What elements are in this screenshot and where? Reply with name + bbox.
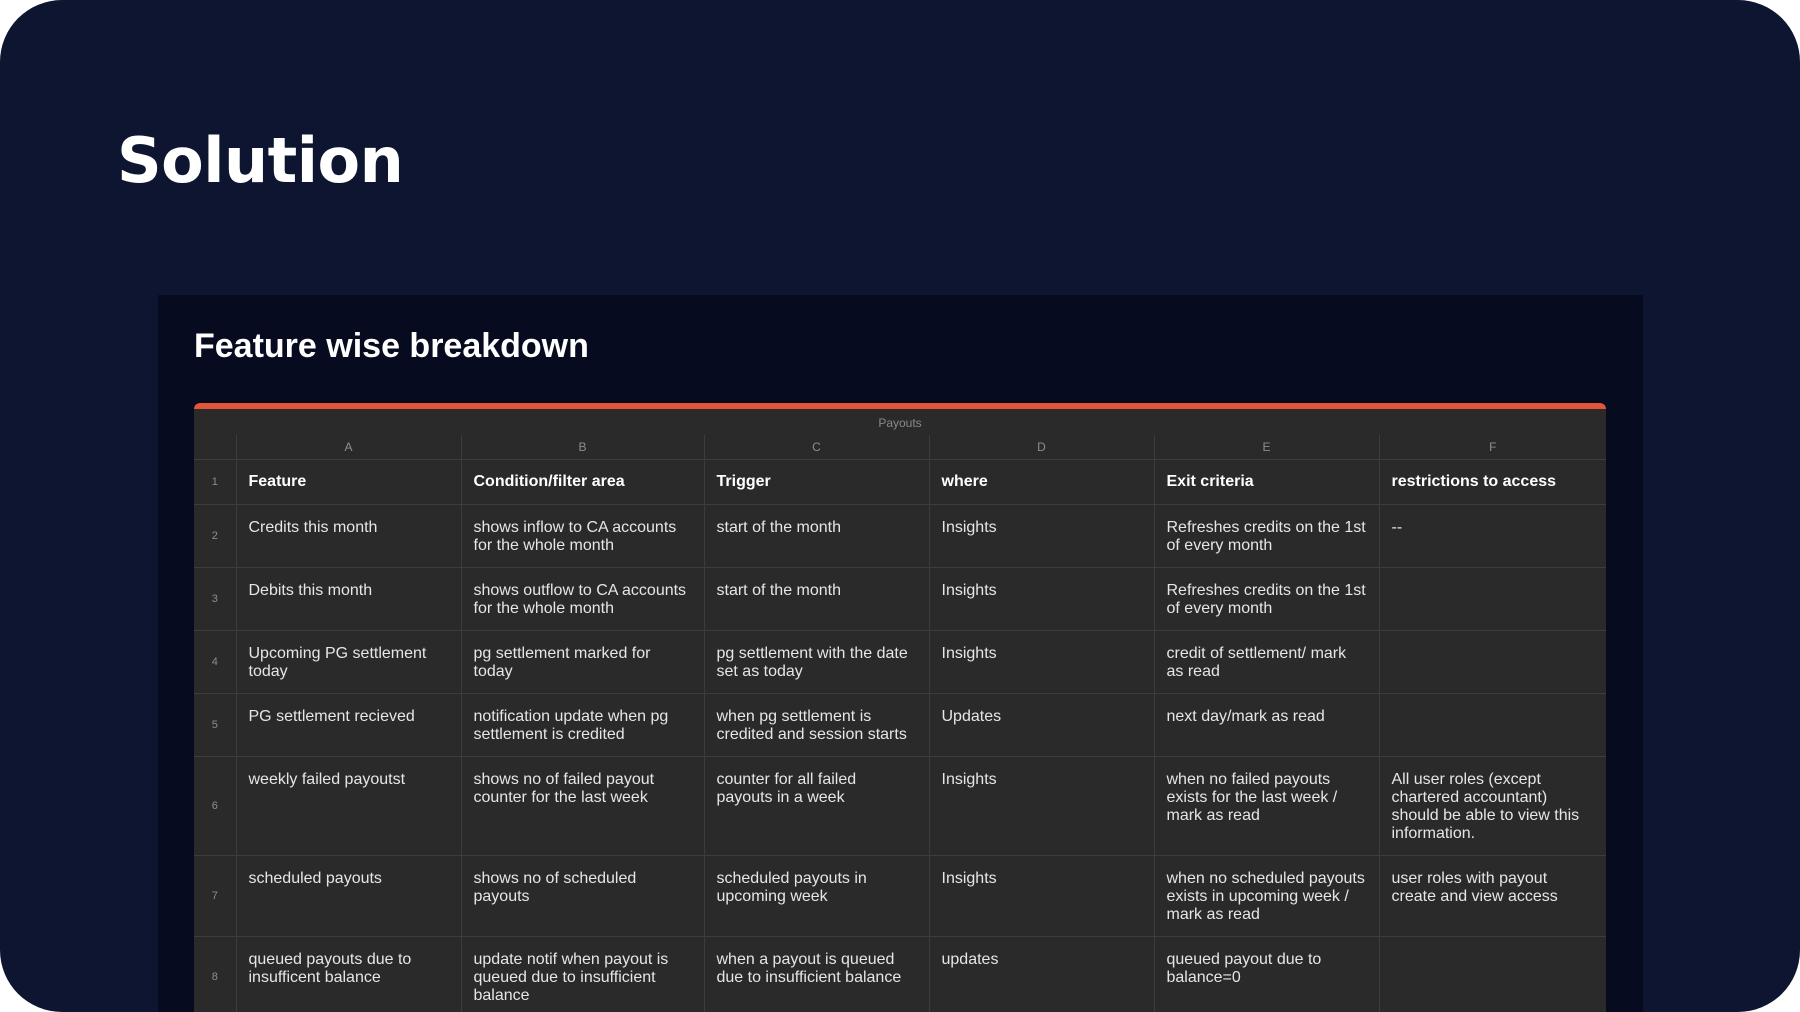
table-cell[interactable]: queued payout due to balance=0 <box>1154 936 1380 1012</box>
column-header-a[interactable]: A <box>236 435 462 460</box>
spreadsheet: Payouts A B C D E F 1 Feature Condition/… <box>194 403 1606 1012</box>
row-number[interactable]: 7 <box>194 855 237 937</box>
table-cell[interactable]: All user roles (except chartered account… <box>1379 756 1606 856</box>
column-letter-row: A B C D E F <box>194 435 1606 460</box>
table-cell[interactable] <box>1379 693 1606 757</box>
table-cell[interactable]: -- <box>1379 504 1606 568</box>
header-cell[interactable]: where <box>929 459 1155 505</box>
header-cell[interactable]: Exit criteria <box>1154 459 1380 505</box>
table-cell[interactable]: counter for all failed payouts in a week <box>704 756 930 856</box>
table-cell[interactable]: when no scheduled payouts exists in upco… <box>1154 855 1380 937</box>
table-row: 5 PG settlement recieved notification up… <box>194 693 1606 757</box>
table-cell[interactable]: notification update when pg settlement i… <box>461 693 705 757</box>
row-number[interactable]: 1 <box>194 459 237 505</box>
table-cell[interactable]: scheduled payouts in upcoming week <box>704 855 930 937</box>
corner-cell[interactable] <box>194 435 237 460</box>
spreadsheet-grid: A B C D E F 1 Feature Condition/filter a… <box>194 435 1606 1012</box>
table-cell[interactable]: Upcoming PG settlement today <box>236 630 462 694</box>
slide-frame: Solution Feature wise breakdown Payouts <box>0 0 1800 1012</box>
table-cell[interactable]: updates <box>929 936 1155 1012</box>
row-number[interactable]: 8 <box>194 936 237 1012</box>
sheet-name: Payouts <box>878 416 922 430</box>
column-header-c[interactable]: C <box>704 435 930 460</box>
panel-title: Feature wise breakdown <box>194 327 589 365</box>
table-cell[interactable]: Credits this month <box>236 504 462 568</box>
row-number[interactable]: 3 <box>194 567 237 631</box>
table-header-row: 1 Feature Condition/filter area Trigger … <box>194 459 1606 505</box>
table-cell[interactable]: when a payout is queued due to insuffici… <box>704 936 930 1012</box>
row-number[interactable]: 6 <box>194 756 237 856</box>
row-number[interactable]: 5 <box>194 693 237 757</box>
row-number[interactable]: 4 <box>194 630 237 694</box>
table-cell[interactable]: Insights <box>929 630 1155 694</box>
header-cell[interactable]: Condition/filter area <box>461 459 705 505</box>
table-cell[interactable]: shows no of failed payout counter for th… <box>461 756 705 856</box>
table-cell[interactable]: queued payouts due to insufficent balanc… <box>236 936 462 1012</box>
table-cell[interactable]: pg settlement marked for today <box>461 630 705 694</box>
table-cell[interactable]: Debits this month <box>236 567 462 631</box>
table-cell[interactable]: next day/mark as read <box>1154 693 1380 757</box>
table-cell[interactable]: when pg settlement is credited and sessi… <box>704 693 930 757</box>
column-header-b[interactable]: B <box>461 435 705 460</box>
breakdown-panel: Feature wise breakdown Payouts A B C D E… <box>158 295 1643 1012</box>
table-cell[interactable]: shows outflow to CA accounts for the who… <box>461 567 705 631</box>
table-cell[interactable]: credit of settlement/ mark as read <box>1154 630 1380 694</box>
table-cell[interactable] <box>1379 630 1606 694</box>
table-cell[interactable]: PG settlement recieved <box>236 693 462 757</box>
table-row: 2 Credits this month shows inflow to CA … <box>194 504 1606 568</box>
header-cell[interactable]: Trigger <box>704 459 930 505</box>
table-cell[interactable]: shows no of scheduled payouts <box>461 855 705 937</box>
column-header-f[interactable]: F <box>1379 435 1606 460</box>
table-cell[interactable]: Updates <box>929 693 1155 757</box>
row-number[interactable]: 2 <box>194 504 237 568</box>
header-cell[interactable]: Feature <box>236 459 462 505</box>
table-row: 8 queued payouts due to insufficent bala… <box>194 936 1606 1012</box>
table-cell[interactable]: scheduled payouts <box>236 855 462 937</box>
header-cell[interactable]: restrictions to access <box>1379 459 1606 505</box>
table-cell[interactable] <box>1379 936 1606 1012</box>
table-cell[interactable] <box>1379 567 1606 631</box>
table-cell[interactable]: Refreshes credits on the 1st of every mo… <box>1154 504 1380 568</box>
table-cell[interactable]: weekly failed payoutst <box>236 756 462 856</box>
table-cell[interactable]: Insights <box>929 855 1155 937</box>
table-cell[interactable]: when no failed payouts exists for the la… <box>1154 756 1380 856</box>
table-cell[interactable]: update notif when payout is queued due t… <box>461 936 705 1012</box>
table-cell[interactable]: start of the month <box>704 504 930 568</box>
table-row: 3 Debits this month shows outflow to CA … <box>194 567 1606 631</box>
table-cell[interactable]: shows inflow to CA accounts for the whol… <box>461 504 705 568</box>
table-cell[interactable]: pg settlement with the date set as today <box>704 630 930 694</box>
column-header-e[interactable]: E <box>1154 435 1380 460</box>
table-row: 7 scheduled payouts shows no of schedule… <box>194 855 1606 937</box>
column-header-d[interactable]: D <box>929 435 1155 460</box>
table-cell[interactable]: Insights <box>929 567 1155 631</box>
table-row: 4 Upcoming PG settlement today pg settle… <box>194 630 1606 694</box>
slide-title: Solution <box>117 124 404 197</box>
table-row: 6 weekly failed payoutst shows no of fai… <box>194 756 1606 856</box>
table-cell[interactable]: Insights <box>929 504 1155 568</box>
table-cell[interactable]: user roles with payout create and view a… <box>1379 855 1606 937</box>
table-cell[interactable]: start of the month <box>704 567 930 631</box>
table-cell[interactable]: Insights <box>929 756 1155 856</box>
table-cell[interactable]: Refreshes credits on the 1st of every mo… <box>1154 567 1380 631</box>
